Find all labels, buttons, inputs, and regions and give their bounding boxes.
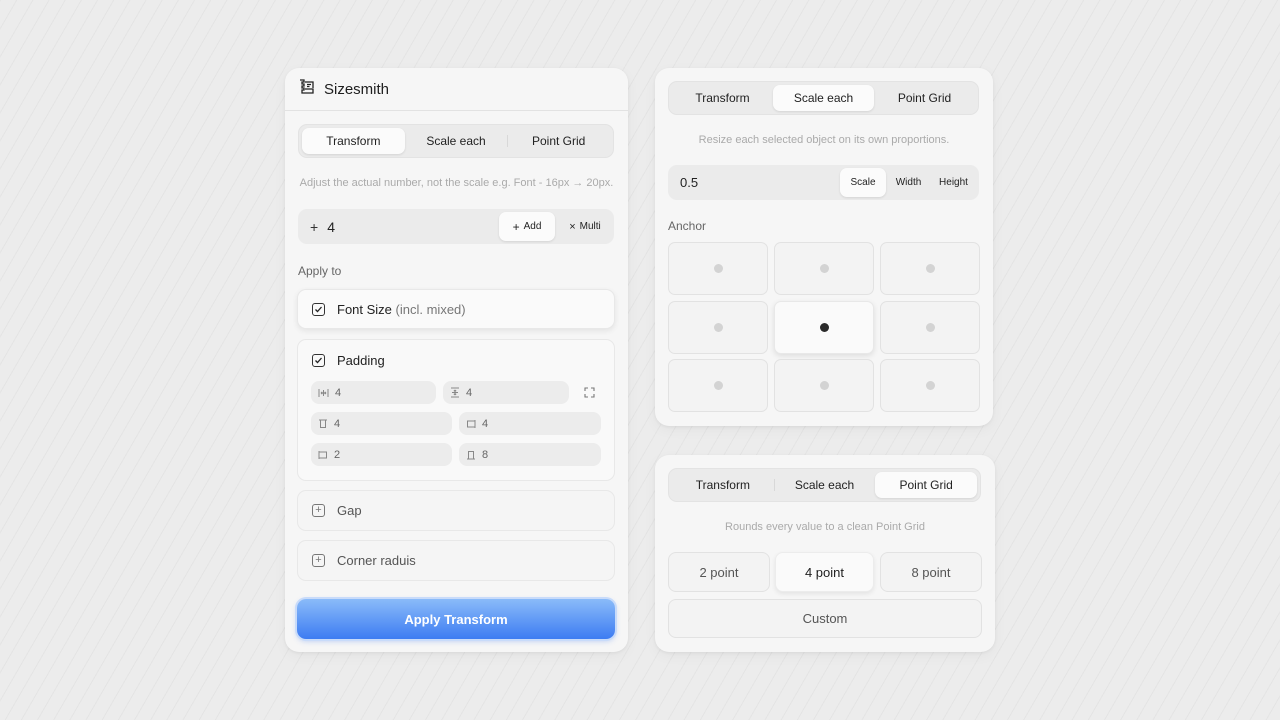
padding-right-icon — [467, 419, 476, 428]
padding-horizontal-field[interactable]: 4 — [311, 381, 436, 404]
scale-mode-button[interactable]: Scale — [840, 168, 886, 197]
anchor-bottom-center[interactable] — [774, 359, 874, 412]
app-title: Sizesmith — [324, 80, 390, 98]
padding-top-icon — [319, 419, 327, 428]
mode-tabs: Transform Scale each Point Grid — [668, 81, 979, 115]
anchor-bottom-left[interactable] — [668, 359, 768, 412]
padding-bottom-icon — [467, 450, 475, 459]
padding-left-field[interactable]: 2 — [311, 443, 452, 466]
tab-scale-each[interactable]: Scale each — [773, 85, 874, 111]
tab-scale-each[interactable]: Scale each — [773, 472, 876, 498]
ruler-logo-icon — [298, 78, 315, 100]
tab-transform[interactable]: Transform — [672, 85, 773, 111]
scale-input-row: 0.5 Scale Width Height — [668, 165, 979, 200]
tab-transform[interactable]: Transform — [672, 472, 774, 498]
padding-option[interactable]: Padding 4 4 4 4 2 8 — [297, 339, 615, 481]
padding-vertical-value: 4 — [466, 386, 473, 399]
apply-to-label: Apply to — [298, 264, 342, 278]
anchor-dot — [925, 381, 935, 390]
scale-each-hint: Resize each selected object on its own p… — [698, 134, 950, 146]
font-size-option[interactable]: Font Size (incl. mixed) — [297, 289, 615, 329]
add-mode-button[interactable]: + Add — [499, 212, 555, 241]
anchor-label: Anchor — [668, 219, 707, 233]
mode-tabs: Transform Scale each Point Grid — [668, 468, 981, 502]
point-grid-panel: Transform Scale each Point Grid Rounds e… — [655, 455, 995, 652]
plus-square-icon[interactable]: + — [312, 504, 325, 517]
value-input-row: + 4 + Add × Multi — [298, 209, 614, 244]
anchor-bottom-right[interactable] — [880, 359, 980, 412]
anchor-center[interactable] — [774, 301, 874, 354]
padding-right-field[interactable]: 4 — [459, 412, 601, 435]
scale-each-panel: Transform Scale each Point Grid Resize e… — [655, 68, 993, 426]
height-mode-button[interactable]: Height — [931, 168, 976, 197]
tab-point-grid[interactable]: Point Grid — [507, 128, 610, 154]
gap-label: Gap — [337, 503, 362, 518]
point-option-8[interactable]: 8 point — [880, 552, 982, 592]
padding-vertical-field[interactable]: 4 — [443, 381, 569, 404]
padding-top-value: 4 — [334, 417, 341, 430]
tab-transform[interactable]: Transform — [302, 128, 405, 154]
times-icon: × — [569, 220, 576, 233]
horizontal-padding-icon — [318, 388, 329, 397]
anchor-dot — [819, 381, 829, 390]
anchor-dot — [713, 264, 723, 273]
tab-point-grid[interactable]: Point Grid — [875, 472, 978, 498]
anchor-top-left[interactable] — [668, 242, 768, 295]
padding-bottom-value: 8 — [482, 448, 489, 461]
padding-right-value: 4 — [482, 417, 489, 430]
anchor-middle-right[interactable] — [880, 301, 980, 354]
panel-header: Sizesmith — [285, 68, 628, 111]
transform-panel: Sizesmith Transform Scale each Point Gri… — [285, 68, 628, 652]
corner-radius-label: Corner raduis — [337, 553, 416, 568]
operator-symbol: + — [310, 218, 319, 235]
anchor-dot — [925, 323, 935, 332]
add-label: Add — [523, 221, 542, 232]
padding-label: Padding — [337, 352, 385, 368]
font-size-sublabel: (incl. mixed) — [395, 301, 466, 317]
multi-mode-button[interactable]: × Multi — [557, 212, 613, 241]
plus-icon: + — [512, 219, 520, 234]
padding-horizontal-value: 4 — [335, 386, 342, 399]
corner-radius-option[interactable]: + Corner raduis — [297, 540, 615, 581]
padding-bottom-field[interactable]: 8 — [459, 443, 601, 466]
point-option-4[interactable]: 4 point — [775, 552, 874, 592]
anchor-dot — [713, 381, 723, 390]
mode-tabs: Transform Scale each Point Grid — [298, 124, 614, 158]
anchor-dot — [713, 323, 723, 332]
apply-transform-button[interactable]: Apply Transform — [297, 599, 615, 639]
anchor-dot — [819, 264, 829, 273]
anchor-dot — [925, 264, 935, 273]
font-size-label: Font Size — [337, 301, 392, 317]
anchor-top-right[interactable] — [880, 242, 980, 295]
custom-button[interactable]: Custom — [668, 599, 982, 638]
vertical-padding-icon — [451, 387, 459, 398]
multi-label: Multi — [579, 221, 601, 232]
point-option-2[interactable]: 2 point — [668, 552, 770, 592]
padding-left-icon — [318, 450, 327, 459]
value-input[interactable]: 4 — [327, 219, 499, 235]
expand-sides-icon[interactable] — [577, 381, 601, 404]
plus-square-icon[interactable]: + — [312, 554, 325, 567]
width-mode-button[interactable]: Width — [886, 168, 931, 197]
point-grid-hint: Rounds every value to a clean Point Grid — [725, 521, 925, 533]
gap-option[interactable]: + Gap — [297, 490, 615, 531]
anchor-top-center[interactable] — [774, 242, 874, 295]
tab-point-grid[interactable]: Point Grid — [874, 85, 975, 111]
checkbox-checked-icon[interactable] — [312, 353, 325, 367]
anchor-middle-left[interactable] — [668, 301, 768, 354]
anchor-dot-selected — [819, 323, 829, 332]
checkbox-checked-icon[interactable] — [312, 302, 325, 316]
transform-hint: Adjust the actual number, not the scale … — [299, 177, 614, 189]
padding-left-value: 2 — [334, 448, 341, 461]
scale-value-input[interactable]: 0.5 — [680, 175, 840, 190]
tab-scale-each[interactable]: Scale each — [405, 128, 508, 154]
padding-top-field[interactable]: 4 — [311, 412, 452, 435]
